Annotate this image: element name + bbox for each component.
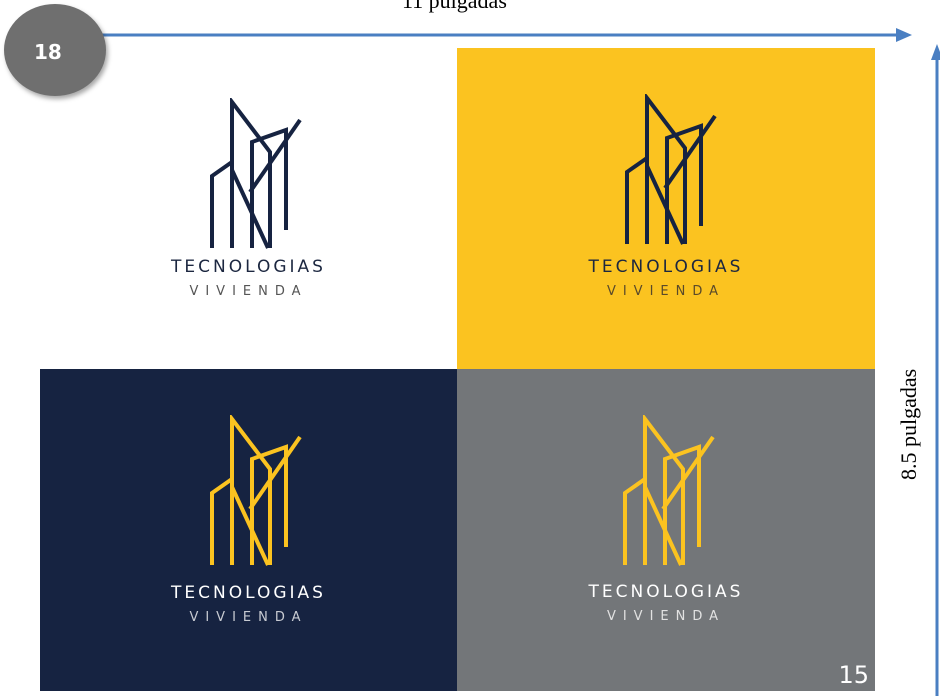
logo-panel-grey: TECNOLOGIAS VIVIENDA 15 xyxy=(457,369,875,691)
building-logo-icon xyxy=(623,415,715,566)
building-logo-icon xyxy=(210,415,302,566)
logo-panel-navy: TECNOLOGIAS VIVIENDA xyxy=(40,369,457,691)
brand-subtitle: VIVIENDA xyxy=(189,284,308,299)
brand-subtitle: VIVIENDA xyxy=(606,284,726,299)
height-arrow xyxy=(931,44,940,696)
logo-panel-yellow: TECNOLOGIAS VIVIENDA xyxy=(457,48,875,369)
building-logo-icon xyxy=(625,94,717,245)
brand-name: TECNOLOGIAS xyxy=(588,257,744,277)
brand-subtitle: VIVIENDA xyxy=(189,610,308,625)
width-arrow xyxy=(30,28,912,42)
brand-name: TECNOLOGIAS xyxy=(588,582,744,602)
building-logo-icon xyxy=(210,98,302,249)
brand-subtitle: VIVIENDA xyxy=(606,609,726,624)
slide-number: 15 xyxy=(838,661,869,689)
brand-name: TECNOLOGIAS xyxy=(171,257,326,277)
brand-name: TECNOLOGIAS xyxy=(171,583,326,603)
page-number: 18 xyxy=(34,40,62,64)
logo-panel-white: TECNOLOGIAS VIVIENDA xyxy=(40,48,457,369)
page-number-badge: 18 xyxy=(4,4,106,96)
